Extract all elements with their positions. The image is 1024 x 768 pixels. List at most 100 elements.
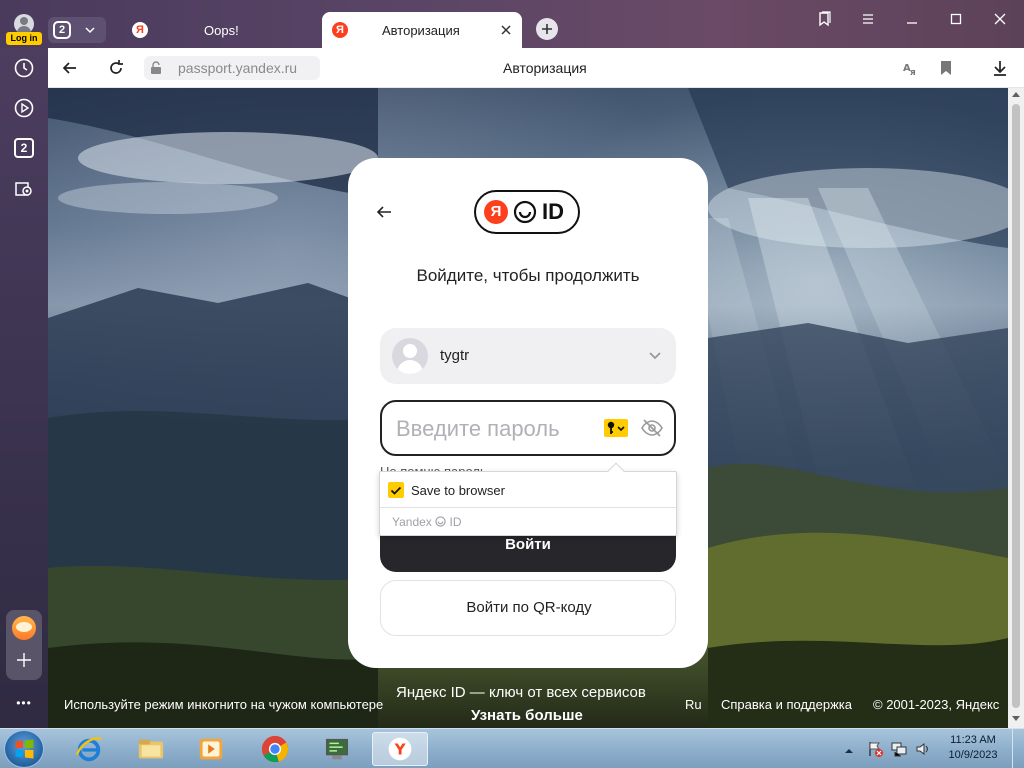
camera-icon	[15, 182, 32, 196]
show-hidden-icons-button[interactable]	[844, 743, 854, 753]
close-window-button[interactable]	[982, 6, 1018, 32]
toggle-visibility-button[interactable]	[640, 418, 664, 438]
media-player-icon	[199, 738, 223, 760]
yandex-browser-icon: Y	[388, 737, 412, 761]
save-password-popup: Save to browser Yandex ID	[379, 462, 677, 536]
bookmark-icon	[941, 61, 951, 75]
qr-login-label: Войти по QR-коду	[466, 599, 592, 616]
password-manager-key-button[interactable]	[604, 419, 628, 437]
address-bar: passport.yandex.ru Авторизация Aя	[48, 48, 1024, 88]
tab-group-count: 2	[53, 21, 71, 39]
submit-label: Войти	[505, 536, 551, 553]
tab-label: Авторизация	[382, 23, 460, 38]
tabs-counter-button[interactable]: 2	[12, 136, 36, 160]
chrome-icon	[261, 735, 289, 763]
volume-tray[interactable]	[914, 740, 932, 758]
avatar-icon	[14, 14, 34, 34]
tab-label: Oops!	[204, 23, 239, 38]
language-switch[interactable]: Ru	[685, 697, 702, 712]
terminal-icon	[325, 738, 349, 760]
add-app-icon[interactable]	[14, 650, 34, 670]
translate-button[interactable]: Aя	[902, 59, 920, 78]
media-player-taskbar[interactable]	[188, 732, 234, 766]
plus-icon	[542, 24, 552, 34]
back-arrow-button[interactable]	[374, 202, 394, 222]
lock-icon[interactable]	[150, 61, 162, 75]
show-desktop-button[interactable]	[1012, 729, 1024, 768]
new-tab-button[interactable]	[536, 18, 558, 40]
login-card: Я ID Войдите, чтобы продолжить tygtr Вве…	[348, 158, 708, 668]
remote-app-taskbar[interactable]	[314, 732, 360, 766]
yandex-id-brand: Yandex ID	[392, 515, 462, 529]
browser-sidebar: 2 •••	[0, 48, 48, 728]
sidebar-more-button[interactable]: •••	[8, 696, 40, 712]
chrome-taskbar[interactable]	[252, 732, 298, 766]
yandex-browser-taskbar[interactable]: Y	[372, 732, 428, 766]
yandex-favicon: Я	[332, 22, 348, 38]
screenshot-button[interactable]	[12, 176, 36, 200]
tab-group-button[interactable]: 2	[48, 17, 106, 43]
tabs-counter: 2	[14, 138, 34, 158]
page-scrollbar[interactable]	[1008, 88, 1024, 728]
avatar	[392, 338, 428, 374]
scroll-up-arrow[interactable]	[1012, 92, 1020, 97]
arrow-left-icon	[376, 206, 391, 218]
smile-icon	[435, 516, 446, 527]
account-selector[interactable]: tygtr	[380, 328, 676, 384]
url-field[interactable]: passport.yandex.ru	[144, 56, 320, 80]
page-title: Авторизация	[503, 60, 587, 76]
tab-authorization[interactable]: Я Авторизация	[322, 12, 522, 48]
file-explorer-taskbar[interactable]	[128, 732, 174, 766]
video-button[interactable]	[12, 96, 36, 120]
key-icon	[607, 421, 625, 434]
clock-date: 10/9/2023	[948, 749, 998, 761]
chevron-down-icon	[82, 22, 98, 38]
maximize-button[interactable]	[938, 6, 974, 32]
learn-more-link[interactable]: Узнать больше	[471, 707, 583, 724]
reload-icon	[110, 60, 123, 74]
profile-button[interactable]: Log in	[6, 12, 42, 45]
sidebar-apps-panel	[6, 610, 42, 680]
password-field[interactable]: Введите пароль	[380, 400, 676, 456]
help-link[interactable]: Справка и поддержка	[721, 697, 852, 712]
network-icon	[891, 742, 907, 757]
translate-icon: Aя	[903, 63, 916, 78]
title-bar: Log in 2 Я Oops! Я Авторизация	[0, 0, 1024, 48]
clock-icon	[14, 58, 34, 78]
save-to-browser-checkbox[interactable]	[388, 482, 404, 498]
network-tray[interactable]	[890, 740, 908, 758]
account-name: tygtr	[440, 347, 470, 364]
tab-oops[interactable]: Я Oops!	[122, 12, 318, 48]
clock[interactable]: 11:23 AM 10/9/2023	[940, 733, 1006, 765]
maximize-icon	[950, 13, 962, 25]
yandex-logo-icon: Я	[484, 200, 508, 224]
close-tab-icon[interactable]	[498, 22, 514, 38]
qr-login-button[interactable]: Войти по QR-коду	[380, 580, 676, 636]
reload-button[interactable]	[106, 58, 126, 78]
back-button[interactable]	[60, 58, 80, 78]
history-button[interactable]	[12, 56, 36, 80]
arrow-left-icon	[62, 62, 76, 74]
internet-explorer-taskbar[interactable]	[66, 732, 112, 766]
flag-icon	[869, 742, 883, 757]
start-button[interactable]	[4, 730, 44, 768]
disk-app-icon[interactable]	[12, 616, 36, 640]
bookmark-button[interactable]	[938, 59, 954, 77]
save-to-browser-label[interactable]: Save to browser	[411, 483, 505, 498]
folder-icon	[138, 739, 164, 759]
smile-icon	[513, 200, 537, 224]
eye-off-icon	[641, 419, 663, 437]
password-placeholder: Введите пароль	[396, 416, 560, 441]
minimize-button[interactable]	[894, 6, 930, 32]
action-center-tray[interactable]	[866, 740, 884, 758]
windows-logo-icon	[15, 739, 34, 759]
chevron-up-icon	[845, 749, 853, 753]
login-badge[interactable]: Log in	[6, 32, 42, 45]
scroll-down-arrow[interactable]	[1012, 716, 1020, 721]
play-circle-icon	[14, 98, 34, 118]
windows-taskbar: Y 11:23 AM 10/9/2023	[0, 728, 1024, 768]
scroll-thumb[interactable]	[1012, 104, 1020, 708]
menu-button[interactable]	[850, 6, 886, 32]
collections-button[interactable]	[806, 6, 842, 32]
downloads-button[interactable]	[990, 58, 1010, 78]
